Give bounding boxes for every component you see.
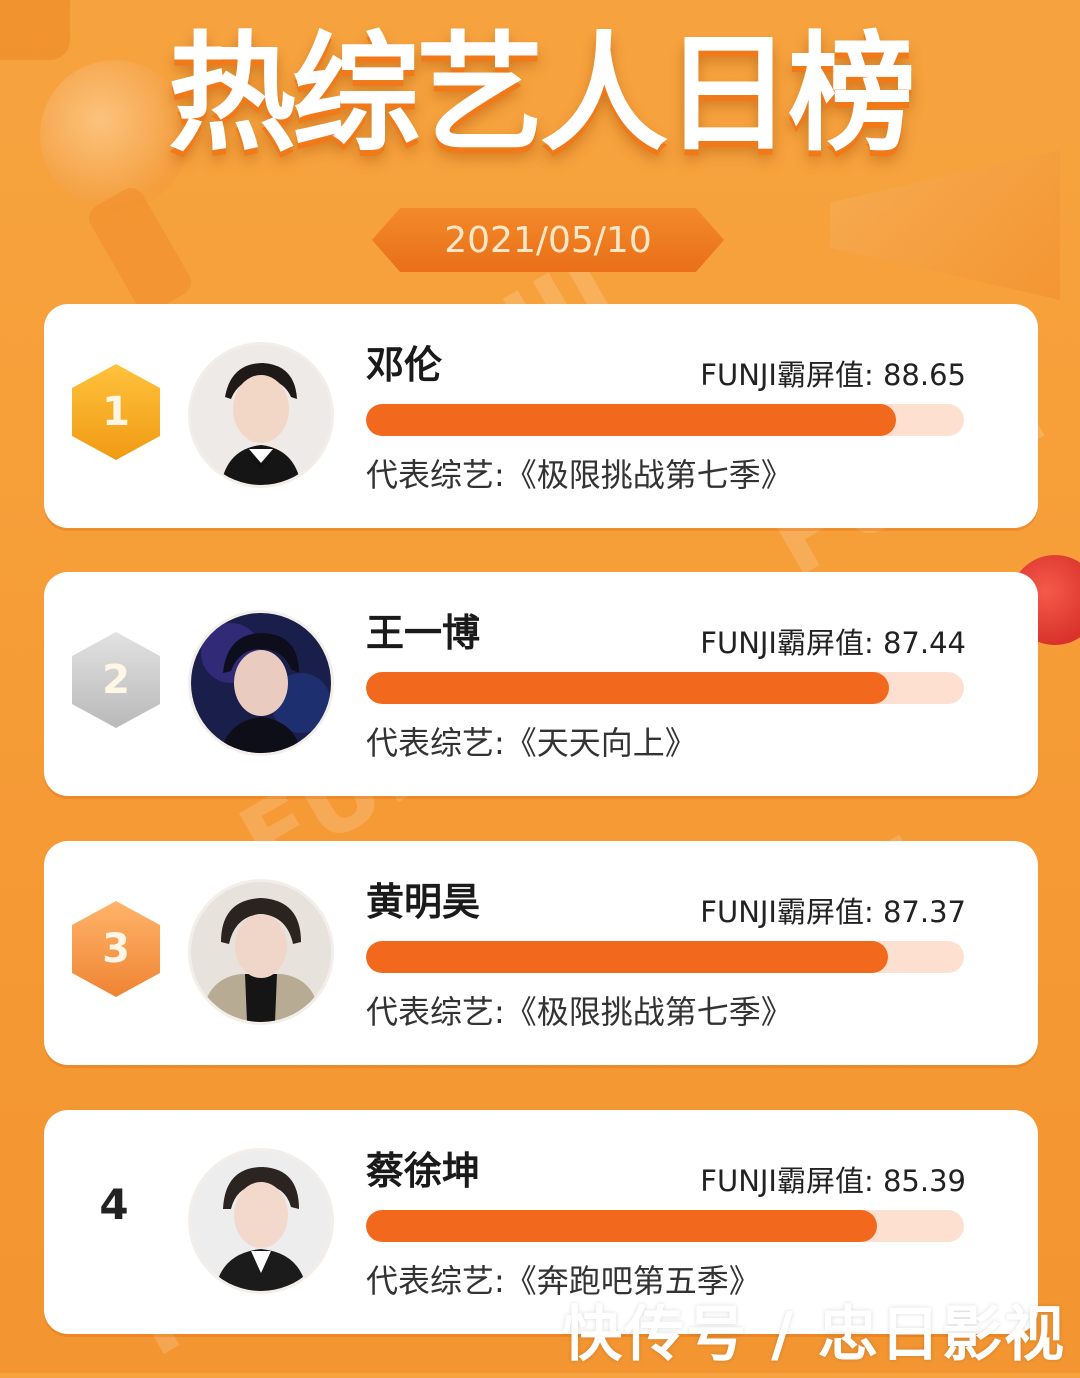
rank-badge-silver: 2	[72, 632, 160, 728]
rank-number: 3	[102, 926, 130, 972]
page-title: 热综艺人日榜	[167, 20, 916, 169]
artist-name: 王一博	[366, 611, 481, 655]
person-avatar-icon	[191, 345, 331, 485]
rank-number: 4	[99, 1180, 129, 1229]
score-label: FUNJI霸屏值: 85.39	[700, 1164, 966, 1198]
date-text: 2021/05/10	[444, 219, 652, 261]
score-label: FUNJI霸屏值: 87.37	[700, 895, 966, 929]
representative-show: 代表综艺:《天天向上》	[366, 724, 697, 762]
person-avatar-icon	[191, 1151, 331, 1291]
score-label: FUNJI霸屏值: 87.44	[700, 626, 966, 660]
artist-name: 蔡徐坤	[366, 1149, 481, 1193]
microphone-handle-decoration	[84, 183, 196, 317]
score-progress-fill	[366, 941, 889, 973]
ranking-card[interactable]: 2 王一博 FUNJI霸屏值: 87.44 代表综艺:《天天向上》	[44, 572, 1038, 796]
artist-name: 邓伦	[366, 343, 443, 387]
score-progress-fill	[366, 1210, 877, 1242]
avatar[interactable]	[188, 342, 334, 488]
avatar[interactable]	[188, 1148, 334, 1294]
score-progress-bar	[366, 404, 964, 436]
rank-number: 2	[102, 657, 130, 703]
footer-watermark: 快传号 / 忠日影视	[562, 1300, 1066, 1370]
person-avatar-icon	[191, 882, 331, 1022]
score-progress-fill	[366, 672, 889, 704]
score-progress-bar	[366, 672, 964, 704]
date-badge: 2021/05/10	[372, 208, 724, 272]
ranking-card[interactable]: 3 黄明昊 FUNJI霸屏值: 87.37 代表综艺:《极限挑战第七季》	[44, 841, 1038, 1065]
representative-show: 代表综艺:《极限挑战第七季》	[366, 456, 793, 494]
score-progress-bar	[366, 1210, 964, 1242]
artist-name: 黄明昊	[366, 880, 481, 924]
avatar[interactable]	[188, 610, 334, 756]
avatar[interactable]	[188, 879, 334, 1025]
ranking-card[interactable]: 1 邓伦 FUNJI霸屏值: 88.65 代表综艺:《极限挑战第七季》	[44, 304, 1038, 528]
rank-badge-bronze: 3	[72, 901, 160, 997]
person-avatar-icon	[191, 613, 331, 753]
rank-badge-gold: 1	[72, 364, 160, 460]
score-label: FUNJI霸屏值: 88.65	[700, 358, 966, 392]
score-progress-bar	[366, 941, 964, 973]
score-progress-fill	[366, 404, 897, 436]
representative-show: 代表综艺:《极限挑战第七季》	[366, 993, 793, 1031]
rank-number: 1	[102, 389, 130, 435]
